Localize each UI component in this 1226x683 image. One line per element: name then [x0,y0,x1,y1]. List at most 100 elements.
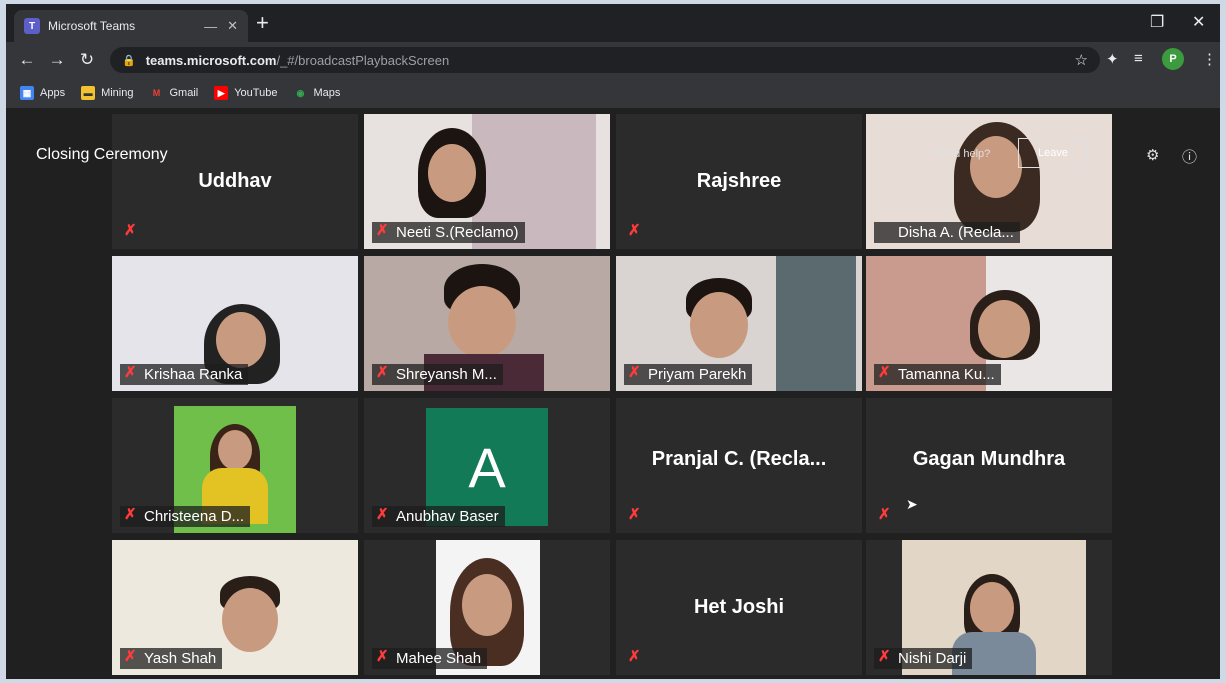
browser-window: T Microsoft Teams — ✕ + ❐ ✕ ← → ↻ 🔒 team… [6,4,1220,679]
participant-name: Rajshree [696,170,782,192]
bookmark-youtube[interactable]: ▶ YouTube [214,86,277,100]
bookmark-label: Apps [40,87,66,99]
new-tab-button[interactable]: + [256,12,269,34]
folder-icon: ▬ [81,86,96,100]
participant-name: Pranjal C. (Recla... [651,448,827,470]
close-tab-icon[interactable]: ✕ [227,18,238,34]
participant-tile[interactable]: Christeena D... ✗ [112,398,358,533]
mic-muted-icon: ✗ [124,222,137,239]
browser-tab[interactable]: T Microsoft Teams — ✕ [14,10,248,42]
participant-name: Gagan Mundhra [912,448,1066,470]
participant-name: Shreyansh M... [372,364,503,385]
mic-muted-icon: ✗ [124,648,137,665]
participant-name: Tamanna Ku... [874,364,1001,385]
profile-avatar[interactable]: P [1162,48,1184,70]
lock-icon: 🔒 [122,54,136,67]
mute-tab-icon[interactable]: — [204,19,217,34]
participant-tile[interactable]: Het Joshi ✗ [616,540,862,675]
participant-name: Krishaa Ranka [120,364,249,385]
close-window-icon[interactable]: ✕ [1192,12,1205,32]
teams-icon: T [24,18,40,34]
mic-muted-icon: ✗ [376,222,389,239]
video-feed [978,300,1030,358]
participant-name: Disha A. (Recla... [874,222,1020,243]
participant-name: Uddhav [198,170,272,192]
video-feed [428,144,476,202]
title-bar: T Microsoft Teams — ✕ + ❐ ✕ [6,4,1220,42]
bookmark-gmail[interactable]: M Gmail [149,86,198,100]
back-icon[interactable]: ← [12,50,42,70]
participant-tile-active-speaker[interactable]: Disha A. (Recla... [866,114,1112,249]
extensions-icon[interactable]: ✦ [1106,50,1119,68]
participant-tile[interactable]: Uddhav ✗ [112,114,358,249]
participant-name: Christeena D... [120,506,251,527]
gmail-icon: M [152,88,161,98]
participant-name: Neeti S.(Reclamo) [372,222,525,243]
participant-name: Anubhav Baser [372,506,505,527]
mic-muted-icon: ✗ [628,222,641,239]
video-feed [222,588,278,652]
reading-list-icon[interactable]: ≡ [1134,50,1143,67]
participant-tile[interactable]: Rajshree ✗ [616,114,862,249]
forward-icon[interactable]: → [42,50,72,70]
participant-tile[interactable]: Nishi Darji ✗ [866,540,1112,675]
participant-tile[interactable]: Tamanna Ku... ✗ [866,256,1112,391]
participant-tile[interactable]: A Anubhav Baser ✗ [364,398,610,533]
participant-name: Het Joshi [693,596,785,618]
mouse-cursor-icon: ➤ [906,496,918,512]
mic-muted-icon: ✗ [878,506,891,523]
bookmarks-bar: ▦ Apps ▬ Mining M Gmail ▶ YouTube ◉ Maps [6,78,1220,108]
mic-muted-icon: ✗ [628,648,641,665]
mic-muted-icon: ✗ [124,506,137,523]
leave-button[interactable]: Leave [1018,138,1088,168]
video-feed [776,256,856,391]
video-feed [216,312,266,368]
reload-icon[interactable]: ↻ [72,50,102,70]
info-icon[interactable]: ⓘ [1182,146,1197,167]
apps-grid-icon: ▦ [20,86,34,100]
participant-tile[interactable]: Neeti S.(Reclamo) ✗ [364,114,610,249]
participant-tile[interactable]: Krishaa Ranka ✗ [112,256,358,391]
video-feed [462,574,512,636]
restore-window-icon[interactable]: ❐ [1150,12,1164,32]
video-feed [218,430,252,470]
mic-muted-icon: ✗ [878,364,891,381]
mic-muted-icon: ✗ [878,648,891,665]
bookmark-mining[interactable]: ▬ Mining [81,86,133,100]
video-feed [448,286,516,358]
participant-tile[interactable]: Pranjal C. (Recla... ✗ [616,398,862,533]
browser-toolbar: ← → ↻ 🔒 teams.microsoft.com /_#/broadcas… [6,42,1220,78]
browser-menu-icon[interactable]: ⋮ [1202,50,1217,68]
address-bar[interactable]: 🔒 teams.microsoft.com /_#/broadcastPlayb… [110,47,1100,73]
help-link[interactable]: Need help? [934,148,990,160]
participant-tile[interactable]: Priyam Parekh ✗ [616,256,862,391]
bookmark-label: Maps [313,87,341,99]
participant-tile[interactable]: Mahee Shah ✗ [364,540,610,675]
settings-icon[interactable]: ⚙ [1146,146,1159,164]
video-feed [690,292,748,358]
participant-tile[interactable]: Gagan Mundhra ✗ ➤ [866,398,1112,533]
meeting-view: Uddhav ✗ Neeti S.(Reclamo) ✗ Rajshree ✗ … [6,108,1220,679]
mic-muted-icon: ✗ [376,506,389,523]
bookmark-maps[interactable]: ◉ Maps [293,86,341,100]
mic-muted-icon: ✗ [376,648,389,665]
url-path: /_#/broadcastPlaybackScreen [276,52,450,68]
participant-tile[interactable]: Yash Shah ✗ [112,540,358,675]
bookmark-label: Gmail [169,87,199,99]
participant-grid: Uddhav ✗ Neeti S.(Reclamo) ✗ Rajshree ✗ … [96,114,1112,679]
mic-muted-icon: ✗ [376,364,389,381]
meeting-title: Closing Ceremony [36,146,168,163]
url-host: teams.microsoft.com [145,52,277,68]
maps-icon: ◉ [296,87,305,98]
bookmark-apps[interactable]: ▦ Apps [20,86,65,100]
mic-muted-icon: ✗ [628,364,641,381]
video-feed [970,582,1014,634]
bookmark-label: YouTube [234,87,278,99]
video-feed [970,136,1022,198]
bookmark-label: Mining [101,87,134,99]
mic-muted-icon: ✗ [628,506,641,523]
participant-name: Priyam Parekh [624,364,753,385]
mic-muted-icon: ✗ [124,364,137,381]
participant-tile[interactable]: Shreyansh M... ✗ [364,256,610,391]
bookmark-star-icon[interactable]: ☆ [1075,51,1088,69]
